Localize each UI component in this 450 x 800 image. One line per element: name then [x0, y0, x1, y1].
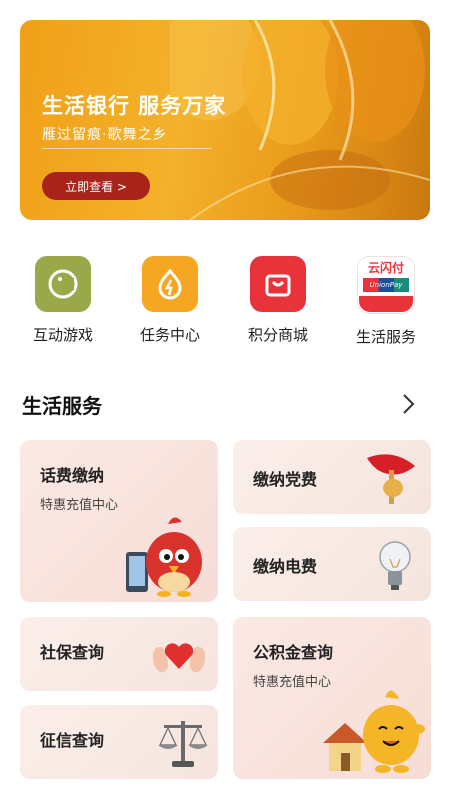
service-card-phone-bill[interactable]: 话费缴纳 特惠充值中心 — [20, 440, 218, 602]
unionpay-icon: 云闪付 UnionPay — [357, 256, 415, 314]
quick-action-label: 任务中心 — [139, 326, 200, 344]
section-title: 生活服务 — [22, 394, 102, 418]
bird-mascot-phone-icon — [126, 517, 202, 597]
unionpay-brand-cn: 云闪付 — [367, 260, 404, 275]
game-icon — [35, 256, 91, 312]
banner-title: 生活银行 服务万家 — [42, 94, 227, 118]
quick-action-task[interactable]: 任务中心 — [125, 256, 215, 345]
quick-action-life-service[interactable]: 云闪付 UnionPay 生活服务 — [341, 256, 431, 347]
service-card-electricity[interactable]: 缴纳电费 — [233, 527, 431, 601]
view-now-button[interactable]: 立即查看 > — [42, 172, 150, 200]
light-bulb-icon — [379, 541, 411, 590]
quick-action-label: 积分商城 — [247, 326, 308, 344]
shopping-bag-icon — [250, 256, 306, 312]
chevron-right-icon[interactable] — [394, 390, 422, 418]
quick-action-mall[interactable]: 积分商城 — [233, 256, 323, 345]
mascot-house-icon — [323, 690, 425, 773]
heart-hands-icon — [153, 643, 205, 673]
card-title: 话费缴纳 — [40, 466, 105, 485]
quick-action-game[interactable]: 互动游戏 — [18, 256, 108, 345]
quick-action-label: 互动游戏 — [32, 326, 93, 344]
card-title: 征信查询 — [40, 731, 105, 750]
quick-action-label: 生活服务 — [355, 328, 416, 346]
lantern-decoration-image — [170, 20, 430, 220]
promo-banner[interactable]: 生活银行 服务万家 雁过留痕·歌舞之乡 立即查看 > — [20, 20, 430, 220]
banner-subtitle: 雁过留痕·歌舞之乡 — [42, 127, 168, 143]
unionpay-brand-en: UnionPay — [363, 278, 409, 292]
service-card-social-security[interactable]: 社保查询 — [20, 617, 218, 691]
card-title: 缴纳党费 — [253, 470, 318, 489]
service-card-party-fee[interactable]: 缴纳党费 — [233, 440, 431, 514]
card-subtitle: 特惠充值中心 — [253, 675, 332, 690]
card-title: 缴纳电费 — [253, 557, 318, 576]
banner-divider — [42, 148, 212, 149]
card-subtitle: 特惠充值中心 — [40, 498, 119, 513]
task-icon — [142, 256, 198, 312]
scales-icon — [158, 721, 208, 767]
card-title: 公积金查询 — [253, 643, 334, 662]
service-card-housing-fund[interactable]: 公积金查询 特惠充值中心 — [233, 617, 431, 779]
flag-fist-icon — [367, 454, 415, 504]
service-card-credit[interactable]: 征信查询 — [20, 705, 218, 779]
card-title: 社保查询 — [40, 643, 105, 662]
